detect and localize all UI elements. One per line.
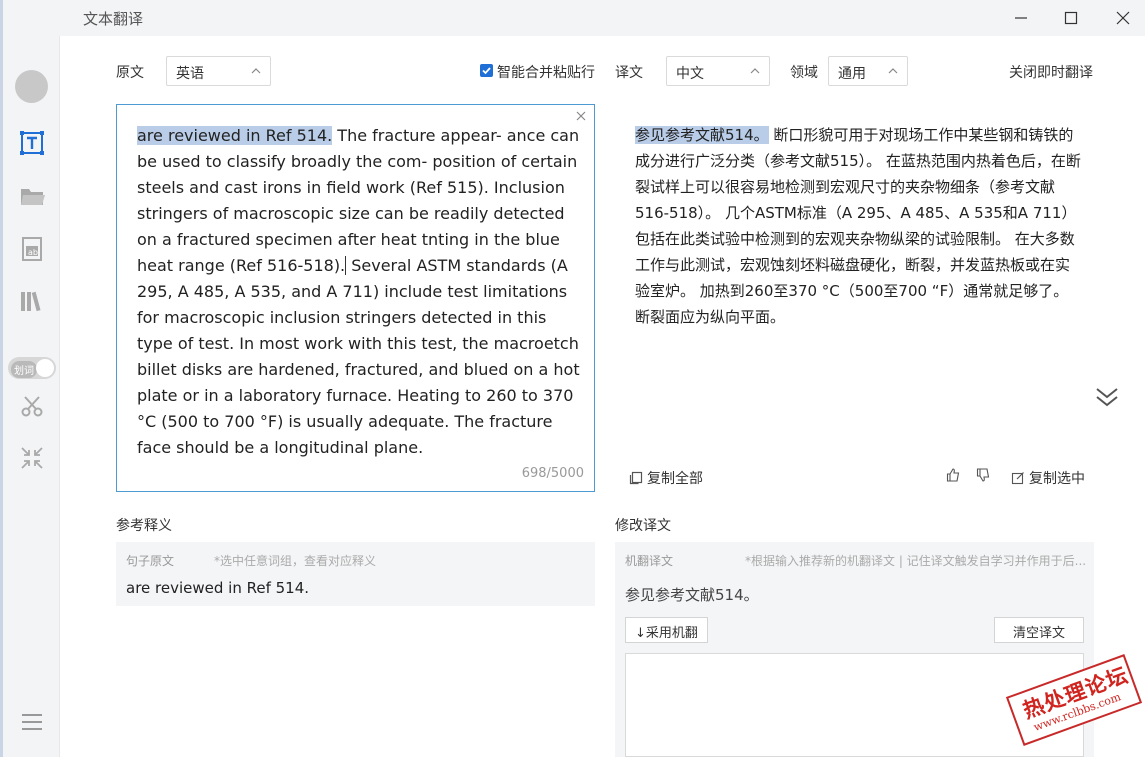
clear-text-icon[interactable] — [575, 110, 587, 122]
source-text-part2: Several ASTM standards (A 295, A 485, A … — [137, 256, 580, 457]
minimize-icon[interactable] — [1009, 6, 1033, 30]
source-language-value: 英语 — [176, 66, 204, 82]
word-select-toggle[interactable]: 划词 — [8, 357, 56, 379]
reference-hint: *选中任意词组，查看对应释义 — [214, 554, 377, 568]
close-icon[interactable] — [1111, 6, 1135, 30]
double-chevron-down-icon[interactable] — [1093, 383, 1121, 411]
reference-panel: 句子原文 *选中任意词组，查看对应释义 are reviewed in Ref … — [116, 542, 595, 606]
reference-sentence[interactable]: are reviewed in Ref 514. — [126, 579, 309, 597]
thumbs-down-icon[interactable] — [976, 468, 990, 482]
text-translate-icon[interactable] — [17, 128, 47, 158]
merge-lines-checkbox[interactable] — [480, 64, 493, 77]
translation-window: 文本翻译 ab 划词 原文 英语 智能合并粘贴行 译文 中文 领域 通用 关闭即… — [0, 0, 1145, 757]
source-label: 原文 — [116, 65, 144, 81]
domain-value: 通用 — [838, 66, 866, 82]
thumbs-up-icon[interactable] — [946, 468, 960, 482]
library-icon[interactable] — [17, 286, 47, 316]
source-text[interactable]: are reviewed in Ref 514. The fracture ap… — [137, 123, 583, 461]
clear-translation-button[interactable]: 清空译文 — [994, 617, 1084, 643]
title-bar: 文本翻译 — [3, 0, 1145, 36]
reference-title: 参考释义 — [116, 518, 172, 534]
svg-text:ab: ab — [28, 248, 38, 257]
copy-selected-button[interactable]: 复制选中 — [1011, 468, 1085, 488]
sidebar: ab 划词 — [3, 36, 60, 757]
source-text-part1: The fracture appear- ance can be used to… — [137, 126, 580, 275]
chevron-up-icon — [251, 68, 261, 74]
source-textarea[interactable]: are reviewed in Ref 514. The fracture ap… — [116, 104, 595, 492]
target-language-select[interactable]: 中文 — [666, 56, 770, 86]
copy-selected-label: 复制选中 — [1029, 471, 1085, 487]
instant-translate-toggle[interactable]: 关闭即时翻译 — [1009, 62, 1093, 82]
scissors-icon[interactable] — [17, 391, 47, 421]
target-highlight: 参见参考文献514。 — [635, 126, 769, 144]
edit-translation-title: 修改译文 — [615, 518, 671, 534]
target-language-value: 中文 — [676, 66, 704, 82]
chevron-up-icon — [750, 68, 760, 74]
machine-translation-text: 参见参考文献514。 — [625, 586, 759, 604]
copy-all-button[interactable]: 复制全部 — [629, 468, 703, 488]
folder-icon[interactable] — [17, 181, 47, 211]
machine-translation-label: 机翻译文 — [625, 554, 674, 568]
copy-icon — [629, 471, 643, 485]
edit-icon — [1011, 472, 1024, 485]
machine-translation-hint: *根据输入推荐新的机翻译文 | 记住译文触发自学习并作用于后... — [745, 554, 1087, 568]
merge-lines-label: 智能合并粘贴行 — [497, 65, 595, 81]
reference-col-label: 句子原文 — [126, 554, 175, 568]
target-text-rest: 断口形貌可用于对现场工作中某些钢和铸铁的成分进行广泛分类（参考文献515）。 在… — [635, 126, 1081, 326]
shrink-icon[interactable] — [17, 443, 47, 473]
target-label: 译文 — [615, 65, 643, 81]
menu-icon[interactable] — [17, 707, 47, 737]
domain-label: 领域 — [790, 65, 818, 81]
maximize-icon[interactable] — [1059, 6, 1083, 30]
translation-output[interactable]: 参见参考文献514。 断口形貌可用于对现场工作中某些钢和铸铁的成分进行广泛分类（… — [635, 122, 1083, 330]
source-highlight: are reviewed in Ref 514. — [137, 126, 333, 145]
copy-all-label: 复制全部 — [647, 471, 703, 487]
toggle-knob — [36, 359, 54, 377]
document-translate-icon[interactable]: ab — [17, 234, 47, 264]
source-language-select[interactable]: 英语 — [166, 56, 271, 86]
adopt-machine-button[interactable]: ↓采用机翻 — [625, 617, 708, 643]
domain-select[interactable]: 通用 — [828, 56, 908, 86]
chevron-up-icon — [888, 68, 898, 74]
toggle-label: 划词 — [11, 361, 37, 378]
window-title: 文本翻译 — [83, 10, 144, 28]
char-counter: 698/5000 — [521, 466, 584, 481]
avatar[interactable] — [15, 70, 48, 103]
